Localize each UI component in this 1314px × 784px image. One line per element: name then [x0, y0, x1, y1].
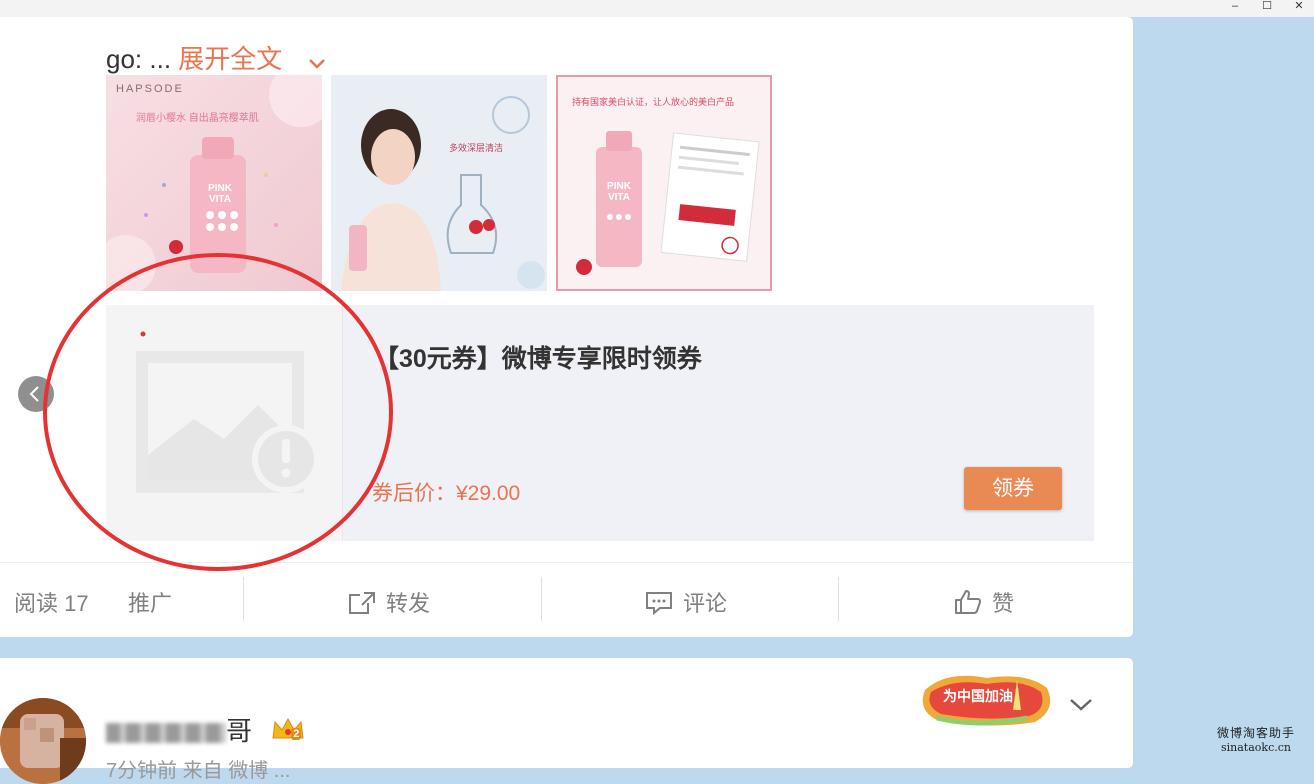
- post-menu-chevron-icon[interactable]: [1068, 696, 1094, 719]
- image-caption: 多效深层清洁: [449, 143, 504, 153]
- watermark-url: sinataokc.cn: [1221, 741, 1291, 754]
- crown-level-icon: 2: [271, 716, 305, 751]
- watermark-title: 微博淘客助手: [1216, 726, 1295, 740]
- divider: [541, 577, 542, 621]
- carousel-prev-button[interactable]: [18, 376, 54, 412]
- image-caption: 持有国家美白认证，让人放心的美白产品: [572, 97, 735, 107]
- coupon-price: 券后价：¥29.00: [372, 482, 521, 505]
- thumbs-up-icon: [955, 590, 981, 614]
- coupon-image-placeholder: [106, 305, 343, 541]
- post-image-3[interactable]: 持有国家美白认证，让人放心的美白产品 PINK VITA: [556, 75, 772, 291]
- window-titlebar: – ☐ ✕: [0, 0, 1314, 17]
- maximize-button[interactable]: ☐: [1255, 0, 1279, 14]
- claim-coupon-button[interactable]: 领券: [964, 467, 1062, 510]
- chevron-left-icon: [29, 386, 39, 402]
- repost-button[interactable]: 转发: [348, 586, 430, 618]
- promote-link[interactable]: 推广: [128, 586, 172, 618]
- post-action-bar: 阅读 17 推广 转发 评论 赞: [0, 562, 1133, 638]
- image-product: PINK VITA: [607, 181, 631, 203]
- post-image-2[interactable]: 多效深层清洁: [331, 75, 547, 291]
- read-count: 阅读 17: [14, 591, 89, 616]
- expand-full-text-link[interactable]: 展开全文: [178, 44, 282, 74]
- username[interactable]: 哥 2: [106, 711, 305, 751]
- image-product: PINK VITA: [208, 183, 232, 205]
- username-suffix: 哥: [226, 716, 253, 746]
- comment-button[interactable]: 评论: [645, 586, 727, 618]
- avatar[interactable]: [0, 698, 86, 784]
- coupon-card[interactable]: 【30元券】微博专享限时领券 券后价：¥29.00 领券: [106, 305, 1094, 541]
- watermark: 微博淘客助手 sinataokc.cn: [1204, 724, 1308, 754]
- comment-label: 评论: [683, 591, 728, 616]
- next-post-card: 哥 2 7分钟前 来自 微博 ... 为中国加油: [0, 658, 1133, 784]
- divider: [243, 577, 244, 621]
- like-label: 赞: [992, 591, 1015, 616]
- badge-text: 为中国加油: [943, 688, 1013, 704]
- like-button[interactable]: 赞: [954, 586, 1014, 618]
- china-cheer-badge[interactable]: 为中国加油: [917, 670, 1054, 728]
- image-caption: 润唇小樱水 自出晶亮樱萃肌: [136, 113, 259, 124]
- broken-image-icon: [136, 331, 320, 493]
- repost-label: 转发: [386, 591, 431, 616]
- coupon-title[interactable]: 【30元券】微博专享限时领券: [374, 339, 702, 375]
- blurred-name: [106, 723, 226, 744]
- repost-icon: [349, 592, 375, 614]
- level-number: 2: [291, 727, 302, 740]
- comment-icon: [646, 592, 672, 616]
- post-card: go: ... 展开全文 HAPSODE 润唇小樱水 自出晶亮樱萃肌 PINK …: [0, 17, 1133, 637]
- post-text: go: ... 展开全文: [106, 39, 326, 77]
- post-meta: 7分钟前 来自 微博 ...: [106, 760, 291, 782]
- chevron-down-icon[interactable]: [308, 46, 326, 77]
- minimize-button[interactable]: –: [1223, 0, 1247, 14]
- close-button[interactable]: ✕: [1287, 0, 1311, 14]
- post-image-1[interactable]: HAPSODE 润唇小樱水 自出晶亮樱萃肌 PINK VITA: [106, 75, 322, 291]
- post-text-prefix: go: ...: [106, 44, 172, 74]
- image-brand: HAPSODE: [116, 83, 184, 95]
- divider: [838, 577, 839, 621]
